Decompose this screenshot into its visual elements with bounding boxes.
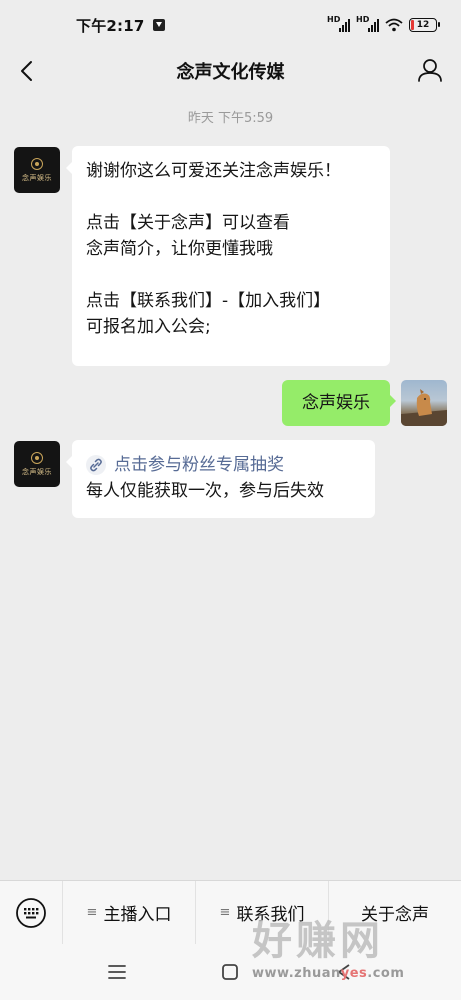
outgoing-message-bubble[interactable]: 念声娱乐 <box>282 380 396 426</box>
logo-icon <box>31 451 43 464</box>
menu-list-icon: ≡ <box>86 905 98 920</box>
message-text: 每人仅能获取一次，参与后失效 <box>86 481 324 501</box>
dog-photo <box>401 389 447 426</box>
message-line: 谢谢你这么可爱还关注念声娱乐！ <box>86 161 341 181</box>
user-avatar[interactable] <box>401 380 447 426</box>
menu-item-streamer-entry[interactable]: ≡ 主播入口 <box>62 880 195 945</box>
logo-icon <box>31 157 43 170</box>
status-indicators: HD HD 12 <box>327 15 440 32</box>
message-text: 念声娱乐 <box>302 393 370 413</box>
avatar-logo-text: 念声娱乐 <box>22 173 52 182</box>
status-bar: 下午2:17 HD HD 12 <box>0 0 461 50</box>
message-bubble: 点击参与粉丝专属抽奖 每人仅能获取一次，参与后失效 <box>66 440 375 518</box>
message-line: 可报名加入公会; <box>86 317 211 337</box>
official-account-menu: ≡ 主播入口 ≡ 联系我们 关于念声 <box>0 880 461 945</box>
status-time: 下午2:17 <box>76 16 145 35</box>
chevron-left-icon <box>21 61 32 81</box>
battery-level: 12 <box>416 20 430 30</box>
avatar-logo-text: 念声娱乐 <box>22 467 52 476</box>
menu-list-icon: ≡ <box>219 905 231 920</box>
lottery-link[interactable]: 点击参与粉丝专属抽奖 <box>86 452 361 478</box>
message-timestamp: 昨天 下午5:59 <box>187 111 274 126</box>
message-bubble[interactable]: 谢谢你这么可爱还关注念声娱乐！ 点击【关于念声】可以查看 念声简介，让你更懂我哦… <box>66 146 390 366</box>
official-account-avatar[interactable]: 念声娱乐 <box>14 441 60 487</box>
keyboard-icon <box>16 897 46 928</box>
page-title: 念声文化传媒 <box>176 62 285 83</box>
menu-item-label: 联系我们 <box>236 905 305 925</box>
menu-item-about[interactable]: 关于念声 <box>328 880 461 945</box>
menu-item-label: 主播入口 <box>103 905 172 925</box>
wifi-icon <box>385 18 403 32</box>
menu-item-label: 关于念声 <box>361 905 429 925</box>
link-text: 点击参与粉丝专属抽奖 <box>114 455 284 475</box>
signal-label: HD <box>356 15 370 24</box>
message-line: 念声简介，让你更懂我哦 <box>86 239 273 259</box>
signal-icon: HD <box>356 15 379 32</box>
battery-icon: 12 <box>409 18 440 32</box>
home-icon[interactable] <box>221 963 239 981</box>
official-account-avatar[interactable]: 念声娱乐 <box>14 147 60 193</box>
keyboard-toggle-button[interactable] <box>0 881 62 945</box>
chat-header: 念声文化传媒 <box>0 50 461 92</box>
menu-icon[interactable] <box>107 964 126 980</box>
message-line: 点击【关于念声】可以查看 <box>86 213 290 233</box>
signal-label: HD <box>327 15 341 24</box>
back-button[interactable] <box>12 56 42 86</box>
download-icon <box>152 19 165 31</box>
message-line: 点击【联系我们】-【加入我们】 <box>86 291 331 311</box>
menu-item-contact-us[interactable]: ≡ 联系我们 <box>195 880 328 945</box>
signal-icon: HD <box>327 15 350 32</box>
user-icon <box>418 59 442 82</box>
system-navigation-bar <box>0 944 461 1000</box>
profile-button[interactable] <box>415 55 445 85</box>
back-triangle-icon[interactable] <box>335 963 353 981</box>
link-icon <box>86 455 106 475</box>
